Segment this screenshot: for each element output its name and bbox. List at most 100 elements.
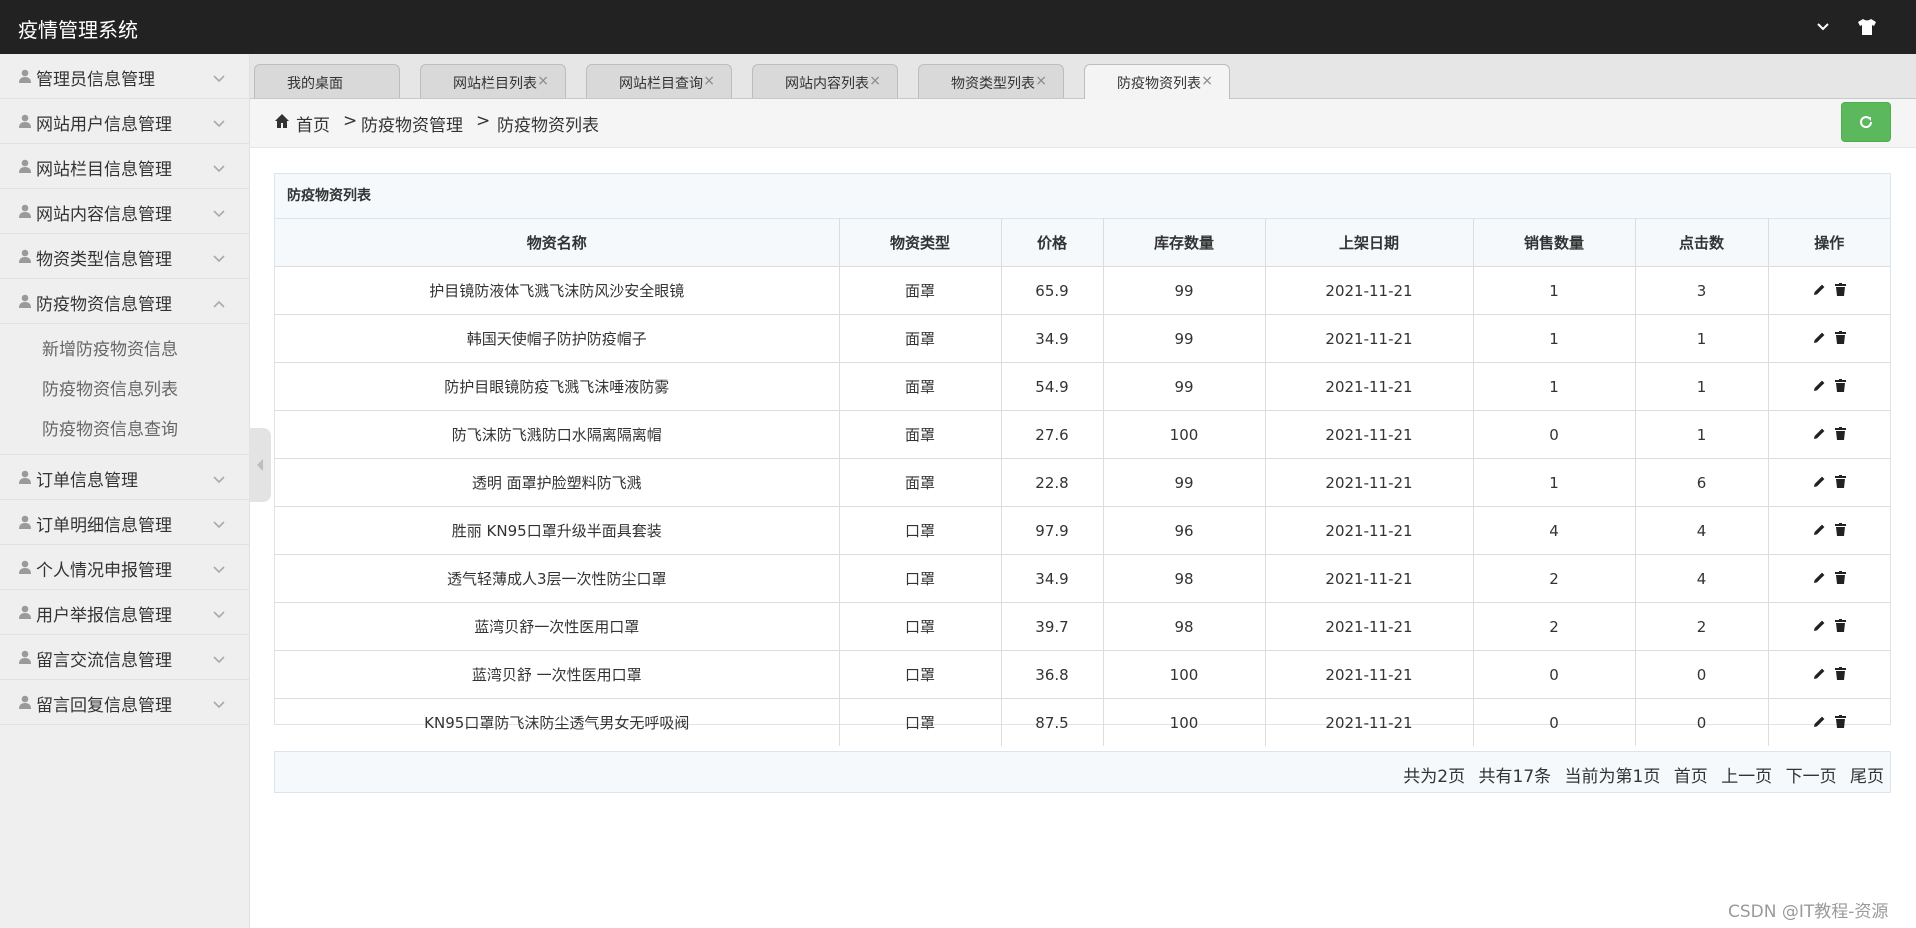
- tab-label: 网站内容列表: [785, 76, 869, 92]
- delete-icon[interactable]: [1834, 570, 1846, 588]
- sidebar-group[interactable]: 网站用户信息管理: [0, 99, 249, 144]
- tab-label: 我的桌面: [287, 76, 343, 92]
- table-cell: 口罩: [839, 650, 1002, 699]
- refresh-button[interactable]: [1841, 102, 1891, 142]
- sidebar-collapse-handle[interactable]: [249, 428, 271, 502]
- edit-icon[interactable]: [1813, 666, 1826, 684]
- sidebar-sub-item[interactable]: 防疫物资信息查询: [0, 410, 249, 450]
- edit-icon[interactable]: [1813, 570, 1826, 588]
- tab-1[interactable]: 我的桌面: [254, 64, 400, 98]
- breadcrumb-home[interactable]: 首页: [296, 111, 330, 136]
- pager-current-page: 当前为第1页: [1564, 767, 1661, 787]
- sidebar-group-label: 管理员信息管理: [36, 70, 155, 90]
- pager-prev-link[interactable]: 上一页: [1721, 767, 1772, 787]
- table-cell: 1: [1473, 458, 1636, 507]
- pager-next-link[interactable]: 下一页: [1786, 767, 1837, 787]
- table-cell: 22.8: [1001, 458, 1104, 507]
- chevron-down-icon[interactable]: [1808, 12, 1838, 42]
- table-cell: 0: [1635, 698, 1769, 746]
- table-cell: 1: [1473, 314, 1636, 363]
- table-cell: 面罩: [839, 314, 1002, 363]
- table-cell: 护目镜防液体飞溅飞沫防风沙安全眼镜: [275, 266, 840, 315]
- sidebar-group[interactable]: 网站栏目信息管理: [0, 144, 249, 189]
- table-cell: 2021-11-21: [1265, 602, 1474, 651]
- table-cell: 2: [1473, 602, 1636, 651]
- table-cell: 2021-11-21: [1265, 506, 1474, 555]
- table-cell: 87.5: [1001, 698, 1104, 746]
- user-icon: [19, 203, 31, 222]
- table-cell: 98: [1103, 554, 1266, 603]
- sidebar-sub-item[interactable]: 新增防疫物资信息: [0, 330, 249, 370]
- table-cell: 27.6: [1001, 410, 1104, 459]
- delete-icon[interactable]: [1834, 522, 1846, 540]
- table-cell: 防飞沫防飞溅防口水隔离隔离帽: [275, 410, 840, 459]
- table-cell: 0: [1635, 650, 1769, 699]
- edit-icon[interactable]: [1813, 282, 1826, 300]
- table-cell: 2021-11-21: [1265, 650, 1474, 699]
- table-cell: 防护目眼镜防疫飞溅飞沫唾液防雾: [275, 362, 840, 411]
- tab-4[interactable]: 网站内容列表 ×: [752, 64, 898, 98]
- breadcrumb-level1[interactable]: 防疫物资管理: [361, 111, 463, 136]
- sidebar-group[interactable]: 网站内容信息管理: [0, 189, 249, 234]
- tshirt-icon[interactable]: [1852, 12, 1882, 42]
- delete-icon[interactable]: [1834, 282, 1846, 300]
- delete-icon[interactable]: [1834, 378, 1846, 396]
- close-icon[interactable]: ×: [703, 73, 715, 89]
- sidebar-group[interactable]: 管理员信息管理: [0, 54, 249, 99]
- sidebar-group[interactable]: 用户举报信息管理: [0, 590, 249, 635]
- edit-icon[interactable]: [1813, 330, 1826, 348]
- edit-icon[interactable]: [1813, 474, 1826, 492]
- edit-icon[interactable]: [1813, 378, 1826, 396]
- table-cell: 1: [1635, 362, 1769, 411]
- sidebar-group[interactable]: 防疫物资信息管理: [0, 279, 249, 324]
- sidebar-group[interactable]: 个人情况申报管理: [0, 545, 249, 590]
- close-icon[interactable]: ×: [869, 73, 881, 89]
- refresh-icon: [1860, 116, 1873, 129]
- sidebar-group[interactable]: 留言交流信息管理: [0, 635, 249, 680]
- table-body: 护目镜防液体飞溅飞沫防风沙安全眼镜 面罩 65.9 99 2021-11-21 1 3 韩国天…: [275, 266, 1890, 746]
- column-header: 物资名称: [275, 219, 840, 267]
- delete-icon[interactable]: [1834, 426, 1846, 444]
- sidebar-group[interactable]: 订单明细信息管理: [0, 500, 249, 545]
- table-cell: 蓝湾贝舒 一次性医用口罩: [275, 650, 840, 699]
- delete-icon[interactable]: [1834, 618, 1846, 636]
- close-icon[interactable]: ×: [1035, 73, 1047, 89]
- pager-first-link[interactable]: 首页: [1674, 767, 1708, 787]
- delete-icon[interactable]: [1834, 474, 1846, 492]
- tab-6[interactable]: 防疫物资列表 ×: [1084, 64, 1230, 100]
- sidebar-group-label: 用户举报信息管理: [36, 606, 172, 626]
- pager-last-link[interactable]: 尾页: [1850, 767, 1884, 787]
- edit-icon[interactable]: [1813, 618, 1826, 636]
- edit-icon[interactable]: [1813, 426, 1826, 444]
- chevron-up-icon: [212, 294, 226, 313]
- table-cell: 2021-11-21: [1265, 554, 1474, 603]
- close-icon[interactable]: ×: [1201, 73, 1213, 89]
- table-cell: 口罩: [839, 602, 1002, 651]
- tab-5[interactable]: 物资类型列表 ×: [918, 64, 1064, 98]
- table-cell: 100: [1103, 698, 1266, 746]
- tab-2[interactable]: 网站栏目列表 ×: [420, 64, 566, 98]
- table-cell: 39.7: [1001, 602, 1104, 651]
- tab-3[interactable]: 网站栏目查询 ×: [586, 64, 732, 98]
- delete-icon[interactable]: [1834, 714, 1846, 732]
- delete-icon[interactable]: [1834, 666, 1846, 684]
- sidebar-group[interactable]: 订单信息管理: [0, 455, 249, 500]
- column-header: 物资类型: [839, 219, 1002, 267]
- sidebar-group-label: 防疫物资信息管理: [36, 295, 172, 315]
- sidebar-submenu: 新增防疫物资信息 防疫物资信息列表 防疫物资信息查询: [0, 324, 249, 455]
- table-cell: 2021-11-21: [1265, 698, 1474, 746]
- close-icon[interactable]: ×: [537, 73, 549, 89]
- row-actions: [1768, 266, 1890, 315]
- sidebar-group-label: 订单信息管理: [36, 471, 138, 491]
- delete-icon[interactable]: [1834, 330, 1846, 348]
- sidebar-group[interactable]: 留言回复信息管理: [0, 680, 249, 725]
- sidebar-group-label: 订单明细信息管理: [36, 516, 172, 536]
- row-actions: [1768, 554, 1890, 603]
- table-cell: 透明 面罩护脸塑料防飞溅: [275, 458, 840, 507]
- sidebar-group[interactable]: 物资类型信息管理: [0, 234, 249, 279]
- chevron-down-icon: [212, 470, 226, 489]
- edit-icon[interactable]: [1813, 714, 1826, 732]
- table-cell: 面罩: [839, 266, 1002, 315]
- sidebar-sub-item[interactable]: 防疫物资信息列表: [0, 370, 249, 410]
- edit-icon[interactable]: [1813, 522, 1826, 540]
